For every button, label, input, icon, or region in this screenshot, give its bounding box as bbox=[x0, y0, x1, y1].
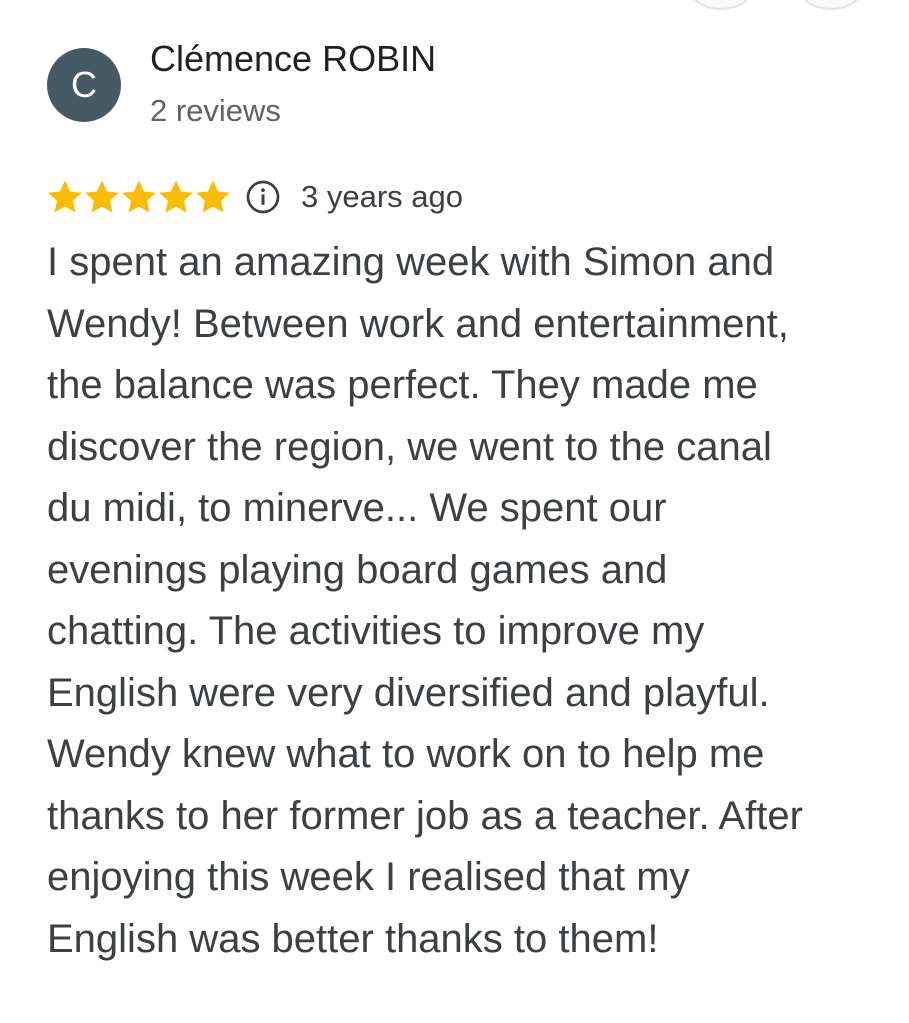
star-rating bbox=[46, 178, 231, 216]
review-text: I spent an amazing week with Simon and W… bbox=[47, 232, 892, 970]
reviewer-name[interactable]: Clémence ROBIN bbox=[150, 38, 436, 80]
review-text-line: the balance was perfect. They made me bbox=[47, 363, 758, 407]
info-icon[interactable] bbox=[245, 179, 281, 215]
review-text-line: evenings playing board games and bbox=[47, 547, 668, 592]
review-text-line: Wendy! Between work and entertainment, bbox=[47, 301, 789, 346]
review-text-line: thanks to her former job as a teacher. A… bbox=[47, 793, 803, 838]
review-text-line: English were very diversified and playfu… bbox=[47, 670, 770, 715]
star-icon bbox=[122, 180, 156, 213]
avatar[interactable]: C bbox=[47, 48, 121, 122]
review-count: 2 reviews bbox=[150, 93, 281, 128]
star-icon bbox=[85, 180, 119, 213]
top-action-button-partial[interactable] bbox=[690, 0, 752, 10]
review-text-line: English was better thanks to them! bbox=[47, 916, 659, 961]
rating-row: 3 years ago bbox=[46, 172, 463, 222]
star-icon bbox=[48, 180, 82, 213]
review-text-line: discover the region, we went to the cana… bbox=[47, 424, 772, 469]
review-text-line: enjoying this week I realised that my bbox=[47, 855, 690, 899]
review-text-line: du midi, to minerve... We spent our bbox=[47, 486, 667, 530]
review-text-line: chatting. The activities to improve my bbox=[47, 609, 705, 653]
top-action-button-partial[interactable] bbox=[800, 0, 862, 10]
star-icon bbox=[159, 180, 193, 213]
review-date: 3 years ago bbox=[301, 179, 463, 214]
review-text-line: I spent an amazing week with Simon and bbox=[47, 240, 775, 284]
avatar-initial: C bbox=[71, 64, 97, 105]
review-text-line: Wendy knew what to work on to help me bbox=[47, 732, 765, 776]
star-icon bbox=[196, 180, 230, 213]
